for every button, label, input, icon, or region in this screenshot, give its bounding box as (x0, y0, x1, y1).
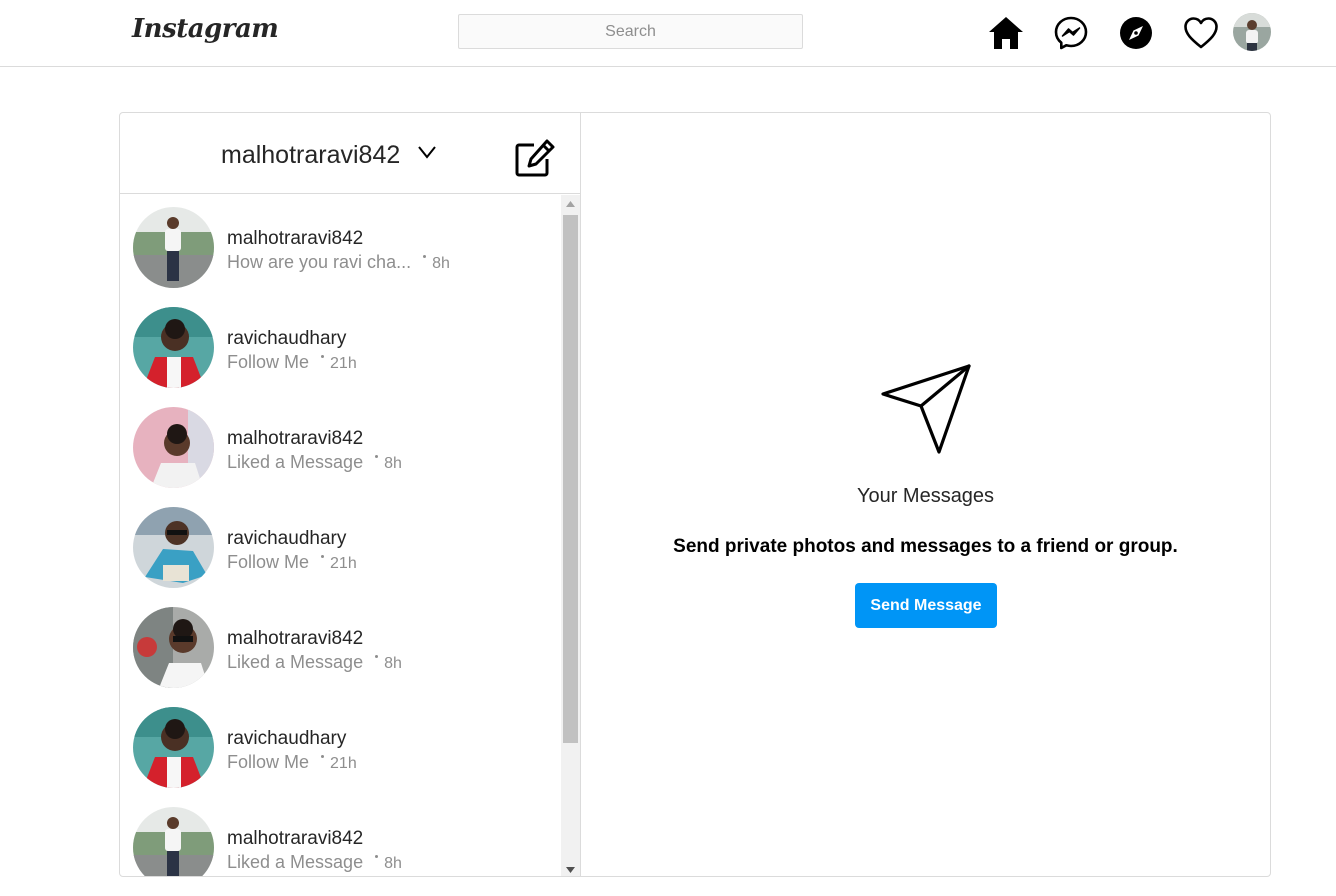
account-switcher-name[interactable]: malhotraravi842 (221, 141, 400, 170)
conversation-item[interactable]: ravichaudhary Follow Me 21h (120, 695, 561, 795)
snippet-text: Liked a Message (227, 852, 364, 872)
inbox-header: malhotraravi842 (120, 113, 580, 194)
conversation-username: ravichaudhary (227, 328, 347, 349)
paper-plane-icon (880, 361, 976, 457)
conversation-item[interactable]: malhotraravi842 Liked a Message 8h (120, 595, 561, 695)
conversation-avatar (133, 207, 214, 288)
separator-dot (321, 355, 325, 358)
scrollbar-thumb[interactable] (563, 215, 578, 743)
conversation-username: malhotraravi842 (227, 228, 364, 249)
conversation-username: malhotraravi842 (227, 428, 364, 449)
conversation-username: malhotraravi842 (227, 628, 364, 649)
conversation-username: ravichaudhary (227, 528, 347, 549)
conversation-snippet: Liked a Message 8h (227, 452, 402, 473)
conversation-snippet: Liked a Message 8h (227, 852, 402, 873)
snippet-text: Liked a Message (227, 652, 364, 672)
separator-dot (375, 655, 379, 658)
conversation-list[interactable]: malhotraravi842 How are you ravi cha... 8… (120, 195, 561, 876)
empty-state-title: Your Messages (856, 485, 995, 507)
conversation-avatar (133, 707, 214, 788)
conversation-time: 21h (330, 555, 357, 572)
conversation-username: malhotraravi842 (227, 828, 364, 849)
conversation-time: 8h (384, 655, 402, 672)
separator-dot (375, 455, 379, 458)
conversation-time: 21h (330, 755, 357, 772)
conversation-snippet: Follow Me 21h (227, 352, 357, 373)
message-empty-state: Your Messages Send private photos and me… (581, 113, 1270, 876)
conversation-item[interactable]: malhotraravi842 Liked a Message 8h (120, 395, 561, 495)
conversation-time: 8h (432, 255, 450, 272)
snippet-text: Follow Me (227, 352, 310, 372)
search-input[interactable] (459, 15, 802, 48)
separator-dot (321, 755, 325, 758)
activity-heart-icon[interactable] (1182, 14, 1220, 52)
conversation-item[interactable]: ravichaudhary Follow Me 21h (120, 295, 561, 395)
conversation-time: 8h (384, 455, 402, 472)
conversation-avatar (133, 507, 214, 588)
conversation-username: ravichaudhary (227, 728, 347, 749)
new-message-icon[interactable] (514, 138, 556, 178)
conversation-time: 21h (330, 355, 357, 372)
snippet-text: Liked a Message (227, 452, 364, 472)
profile-avatar[interactable] (1233, 13, 1271, 51)
direct-inbox-panel: malhotraravi842 malhotraravi842 How are … (119, 112, 1271, 877)
conversation-item[interactable]: malhotraravi842 How are you ravi cha... 8… (120, 195, 561, 295)
conversation-snippet: Follow Me 21h (227, 752, 357, 773)
chevron-down-icon[interactable] (417, 143, 437, 161)
conversation-avatar (133, 607, 214, 688)
home-icon[interactable] (987, 14, 1025, 52)
conversation-snippet: How are you ravi cha... 8h (227, 252, 450, 273)
conversation-item[interactable]: malhotraravi842 Liked a Message 8h (120, 795, 561, 876)
conversation-snippet: Follow Me 21h (227, 552, 357, 573)
conversation-sidebar: malhotraravi842 malhotraravi842 How are … (120, 113, 581, 876)
conversation-snippet: Liked a Message 8h (227, 652, 402, 673)
scroll-up-arrow-icon[interactable] (561, 195, 580, 212)
conversation-item[interactable]: ravichaudhary Follow Me 21h (120, 495, 561, 595)
conversation-avatar (133, 407, 214, 488)
messenger-icon[interactable] (1052, 14, 1090, 52)
separator-dot (423, 255, 427, 258)
separator-dot (375, 855, 379, 858)
conversation-time: 8h (384, 855, 402, 872)
snippet-text: Follow Me (227, 552, 310, 572)
conversation-avatar (133, 807, 214, 876)
empty-state-subtitle: Send private photos and messages to a fr… (673, 536, 1178, 557)
conversation-avatar (133, 307, 214, 388)
conversation-list-scrollbar[interactable] (561, 195, 580, 876)
separator-dot (321, 555, 325, 558)
top-navigation-bar: Instagram (0, 0, 1336, 67)
snippet-text: How are you ravi cha... (227, 252, 412, 272)
instagram-logo[interactable]: Instagram (132, 14, 279, 44)
explore-compass-icon[interactable] (1117, 14, 1155, 52)
search-box[interactable] (458, 14, 803, 49)
send-message-button[interactable]: Send Message (855, 583, 997, 628)
snippet-text: Follow Me (227, 752, 310, 772)
scroll-down-arrow-icon[interactable] (561, 861, 580, 876)
